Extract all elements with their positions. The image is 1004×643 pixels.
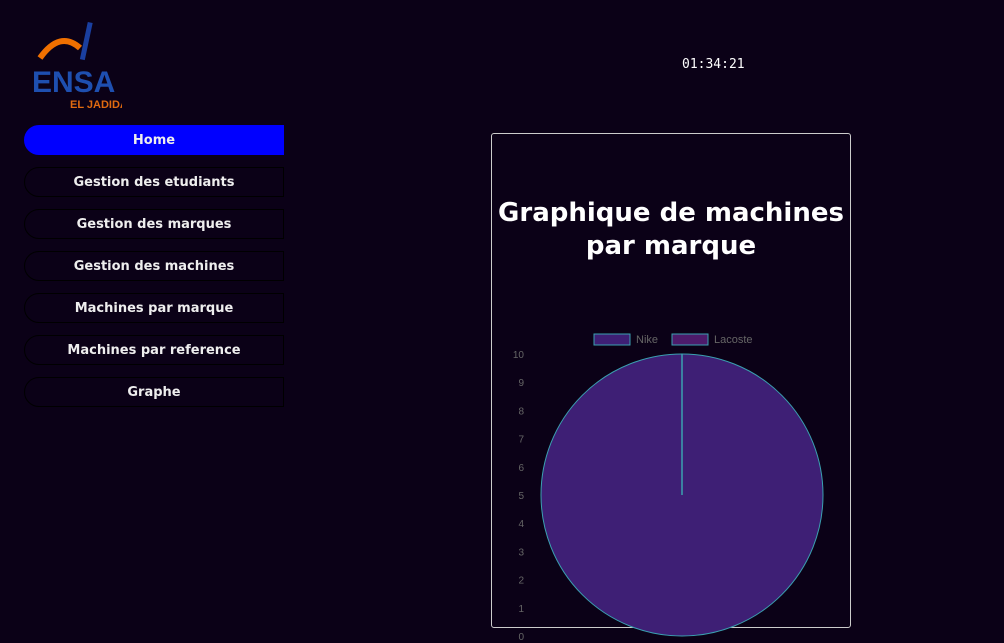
y-tick-label: 3 <box>518 547 524 558</box>
y-tick-label: 6 <box>518 463 524 474</box>
y-tick-label: 10 <box>513 350 525 361</box>
legend-label-lacoste: Lacoste <box>714 334 753 346</box>
y-tick-label: 4 <box>518 519 524 530</box>
pie-chart: 0 1 2 3 4 5 6 7 8 9 10 Nike Lacoste <box>513 333 824 643</box>
y-tick-label: 9 <box>518 378 524 389</box>
legend-swatch-nike <box>593 333 631 346</box>
y-tick-label: 7 <box>518 435 524 446</box>
y-tick-label: 5 <box>518 491 524 502</box>
legend-swatch-lacoste <box>671 333 709 346</box>
y-tick-label: 0 <box>518 632 524 643</box>
y-tick-label: 8 <box>518 406 524 417</box>
y-tick-label: 1 <box>518 604 524 615</box>
legend-label-nike: Nike <box>636 334 658 346</box>
y-tick-label: 2 <box>518 576 524 587</box>
